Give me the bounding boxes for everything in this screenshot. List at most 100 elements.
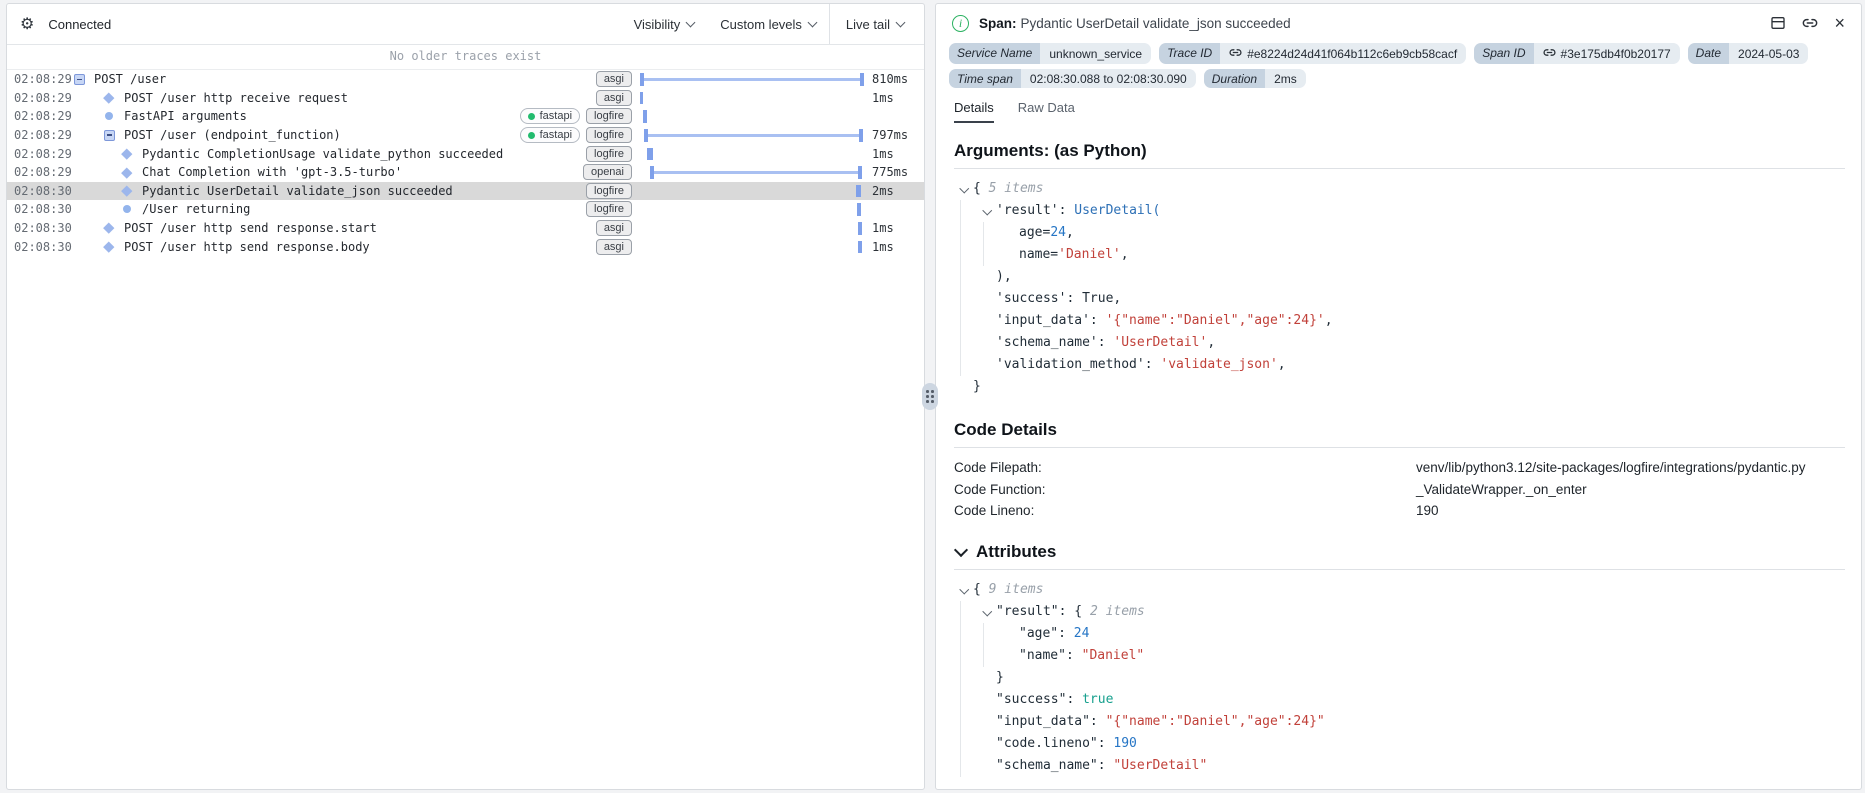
code-token-p: ), xyxy=(996,269,1012,284)
code-detail-row: Code Lineno: 190 xyxy=(954,500,1845,522)
code-token-key: 'result' xyxy=(996,203,1059,218)
trace-row[interactable]: 02:08:29 FastAPI arguments fastapi logfire xyxy=(7,107,924,126)
badge-span-id: Span ID #3e175db4f0b20177 xyxy=(1474,43,1680,64)
indent-guide xyxy=(983,622,1006,645)
collapse-caret-icon[interactable] xyxy=(960,579,973,601)
code-line: 'result': UserDetail( xyxy=(954,200,1845,222)
indent-guide xyxy=(960,288,983,310)
tag-label: logfire xyxy=(594,184,624,197)
code-line: 'input_data': '{"name":"Daniel","age":24… xyxy=(954,310,1845,332)
code-token-p: True, xyxy=(1082,291,1122,306)
span-name: Pydantic UserDetail validate_json succee… xyxy=(142,183,453,198)
detail-tabs: Details Raw Data xyxy=(936,90,1861,123)
span-meta-badges: Service Name unknown_service Trace ID #e822… xyxy=(936,42,1861,88)
duration-label: 810ms xyxy=(872,72,909,87)
code-token-meta: 9 items xyxy=(988,581,1044,597)
trace-row[interactable]: 02:08:29 POST /user asgi 810ms xyxy=(7,70,924,89)
live-tail-dropdown[interactable]: Live tail xyxy=(830,4,924,44)
trace-timestamp: 02:08:30 xyxy=(14,202,72,217)
code-token-p: } xyxy=(996,669,1004,685)
indent-guide xyxy=(960,666,983,689)
green-status-dot xyxy=(527,112,535,120)
indent-guide xyxy=(983,644,1006,667)
code-token-key: 'schema_name' xyxy=(996,335,1098,350)
trace-row[interactable]: 02:08:30 Pydantic UserDetail validate_jso… xyxy=(7,181,924,201)
tag-list: asgi xyxy=(595,238,640,255)
custom-levels-dropdown[interactable]: Custom levels xyxy=(707,4,829,44)
trace-row[interactable]: 02:08:30/User returning logfire xyxy=(7,200,924,219)
badge-value[interactable]: #3e175db4f0b20177 xyxy=(1533,43,1680,64)
close-icon[interactable]: × xyxy=(1834,14,1845,32)
arguments-heading: Arguments: (as Python) xyxy=(954,141,1147,160)
code-token-p: , xyxy=(1120,247,1129,262)
code-token-cls: UserDetail( xyxy=(1074,203,1161,218)
tab-raw-data[interactable]: Raw Data xyxy=(1018,100,1075,123)
diamond-span-icon xyxy=(102,92,116,104)
indent-guide xyxy=(960,354,983,376)
duration-bar xyxy=(640,70,864,88)
code-detail-value: venv/lib/python3.12/site-packages/logfir… xyxy=(1416,460,1806,475)
trace-row[interactable]: 02:08:29 Pydantic CompletionUsage validat… xyxy=(7,144,924,163)
tag-logfire: logfire xyxy=(586,182,632,199)
code-token-key: "name" xyxy=(1019,647,1066,663)
indent-guide xyxy=(960,222,983,244)
code-token-key: 'success' xyxy=(996,291,1067,306)
collapse-caret-icon[interactable] xyxy=(983,200,996,222)
tag-list: fastapi logfire xyxy=(519,127,640,144)
code-token-key: "success" xyxy=(996,691,1067,707)
badge-value-text: unknown_service xyxy=(1049,46,1143,61)
code-token-num: 24 xyxy=(1050,225,1066,240)
code-token-num: 190 xyxy=(1113,735,1137,751)
collapse-caret-icon[interactable] xyxy=(960,178,973,200)
trace-row[interactable]: 02:08:29 POST /user http receive request a… xyxy=(7,89,924,108)
badge-value[interactable]: #e8224d24d41f064b112c6eb9cb58cacf xyxy=(1220,43,1467,64)
code-detail-label: Code Lineno: xyxy=(954,503,1035,518)
collapse-caret-icon[interactable] xyxy=(983,601,996,623)
duration-bar xyxy=(640,89,864,107)
collapse-chevron-icon[interactable] xyxy=(953,542,969,557)
tag-label: logfire xyxy=(594,129,624,142)
tag-asgi: asgi xyxy=(595,71,632,88)
visibility-dropdown[interactable]: Visibility xyxy=(621,4,708,44)
code-line: { 5 items xyxy=(954,178,1845,200)
code-token-p: : xyxy=(1089,313,1106,328)
code-token-p: : xyxy=(1066,291,1083,306)
code-token-p: , xyxy=(1065,225,1074,240)
tag-label: asgi xyxy=(603,73,624,86)
badge-duration: Duration 2ms xyxy=(1203,69,1306,88)
copy-link-icon[interactable] xyxy=(1802,15,1818,31)
badge-date: Date 2024-05-03 xyxy=(1687,43,1809,64)
trace-row[interactable]: 02:08:29 Chat Completion with 'gpt-3.5-tu… xyxy=(7,163,924,182)
custom-levels-label: Custom levels xyxy=(720,16,802,32)
code-line: "input_data": "{"name":"Daniel","age":24… xyxy=(954,710,1845,733)
tag-list: logfire xyxy=(586,145,640,162)
code-token-key: "schema_name" xyxy=(996,757,1098,773)
live-tail-label: Live tail xyxy=(845,16,890,32)
code-detail-row: Code Filepath: venv/lib/python3.12/site-p… xyxy=(954,457,1845,479)
trace-row[interactable]: 02:08:30 POST /user http send response.bo… xyxy=(7,237,924,256)
trace-panel-header: ⚙ Connected Visibility Custom levels Liv… xyxy=(7,4,924,45)
code-token-bool: true xyxy=(1082,691,1114,707)
code-token-p: : xyxy=(1097,757,1114,773)
dock-panel-icon[interactable] xyxy=(1770,15,1786,31)
badge-row: Time span 02:08:30.088 to 02:08:30.090 Dur… xyxy=(949,69,1845,88)
trace-row[interactable]: 02:08:29 POST /user (endpoint_function) fa… xyxy=(7,126,924,145)
collapse-toggle-icon[interactable] xyxy=(102,129,116,141)
tab-details[interactable]: Details xyxy=(954,100,994,123)
badge-value: 2024-05-03 xyxy=(1729,43,1809,64)
collapse-toggle-icon[interactable] xyxy=(72,73,86,85)
indent-guide xyxy=(960,732,983,755)
tag-asgi: asgi xyxy=(595,89,632,106)
indent-guide xyxy=(960,710,983,733)
tag-label: asgi xyxy=(603,91,624,104)
duration-bar xyxy=(640,200,864,218)
code-token-num: 24 xyxy=(1073,625,1090,641)
panel-resize-handle[interactable] xyxy=(922,383,938,410)
trace-timestamp: 02:08:29 xyxy=(14,165,72,180)
duration-label: 1ms xyxy=(872,90,894,105)
settings-gear-icon[interactable]: ⚙ xyxy=(20,14,34,34)
trace-row[interactable]: 02:08:30 POST /user http send response.st… xyxy=(7,219,924,238)
code-token-p: : xyxy=(1089,713,1106,729)
badge-row: Service Name unknown_service Trace ID #e822… xyxy=(949,43,1845,64)
tag-list: fastapi logfire xyxy=(519,108,640,125)
